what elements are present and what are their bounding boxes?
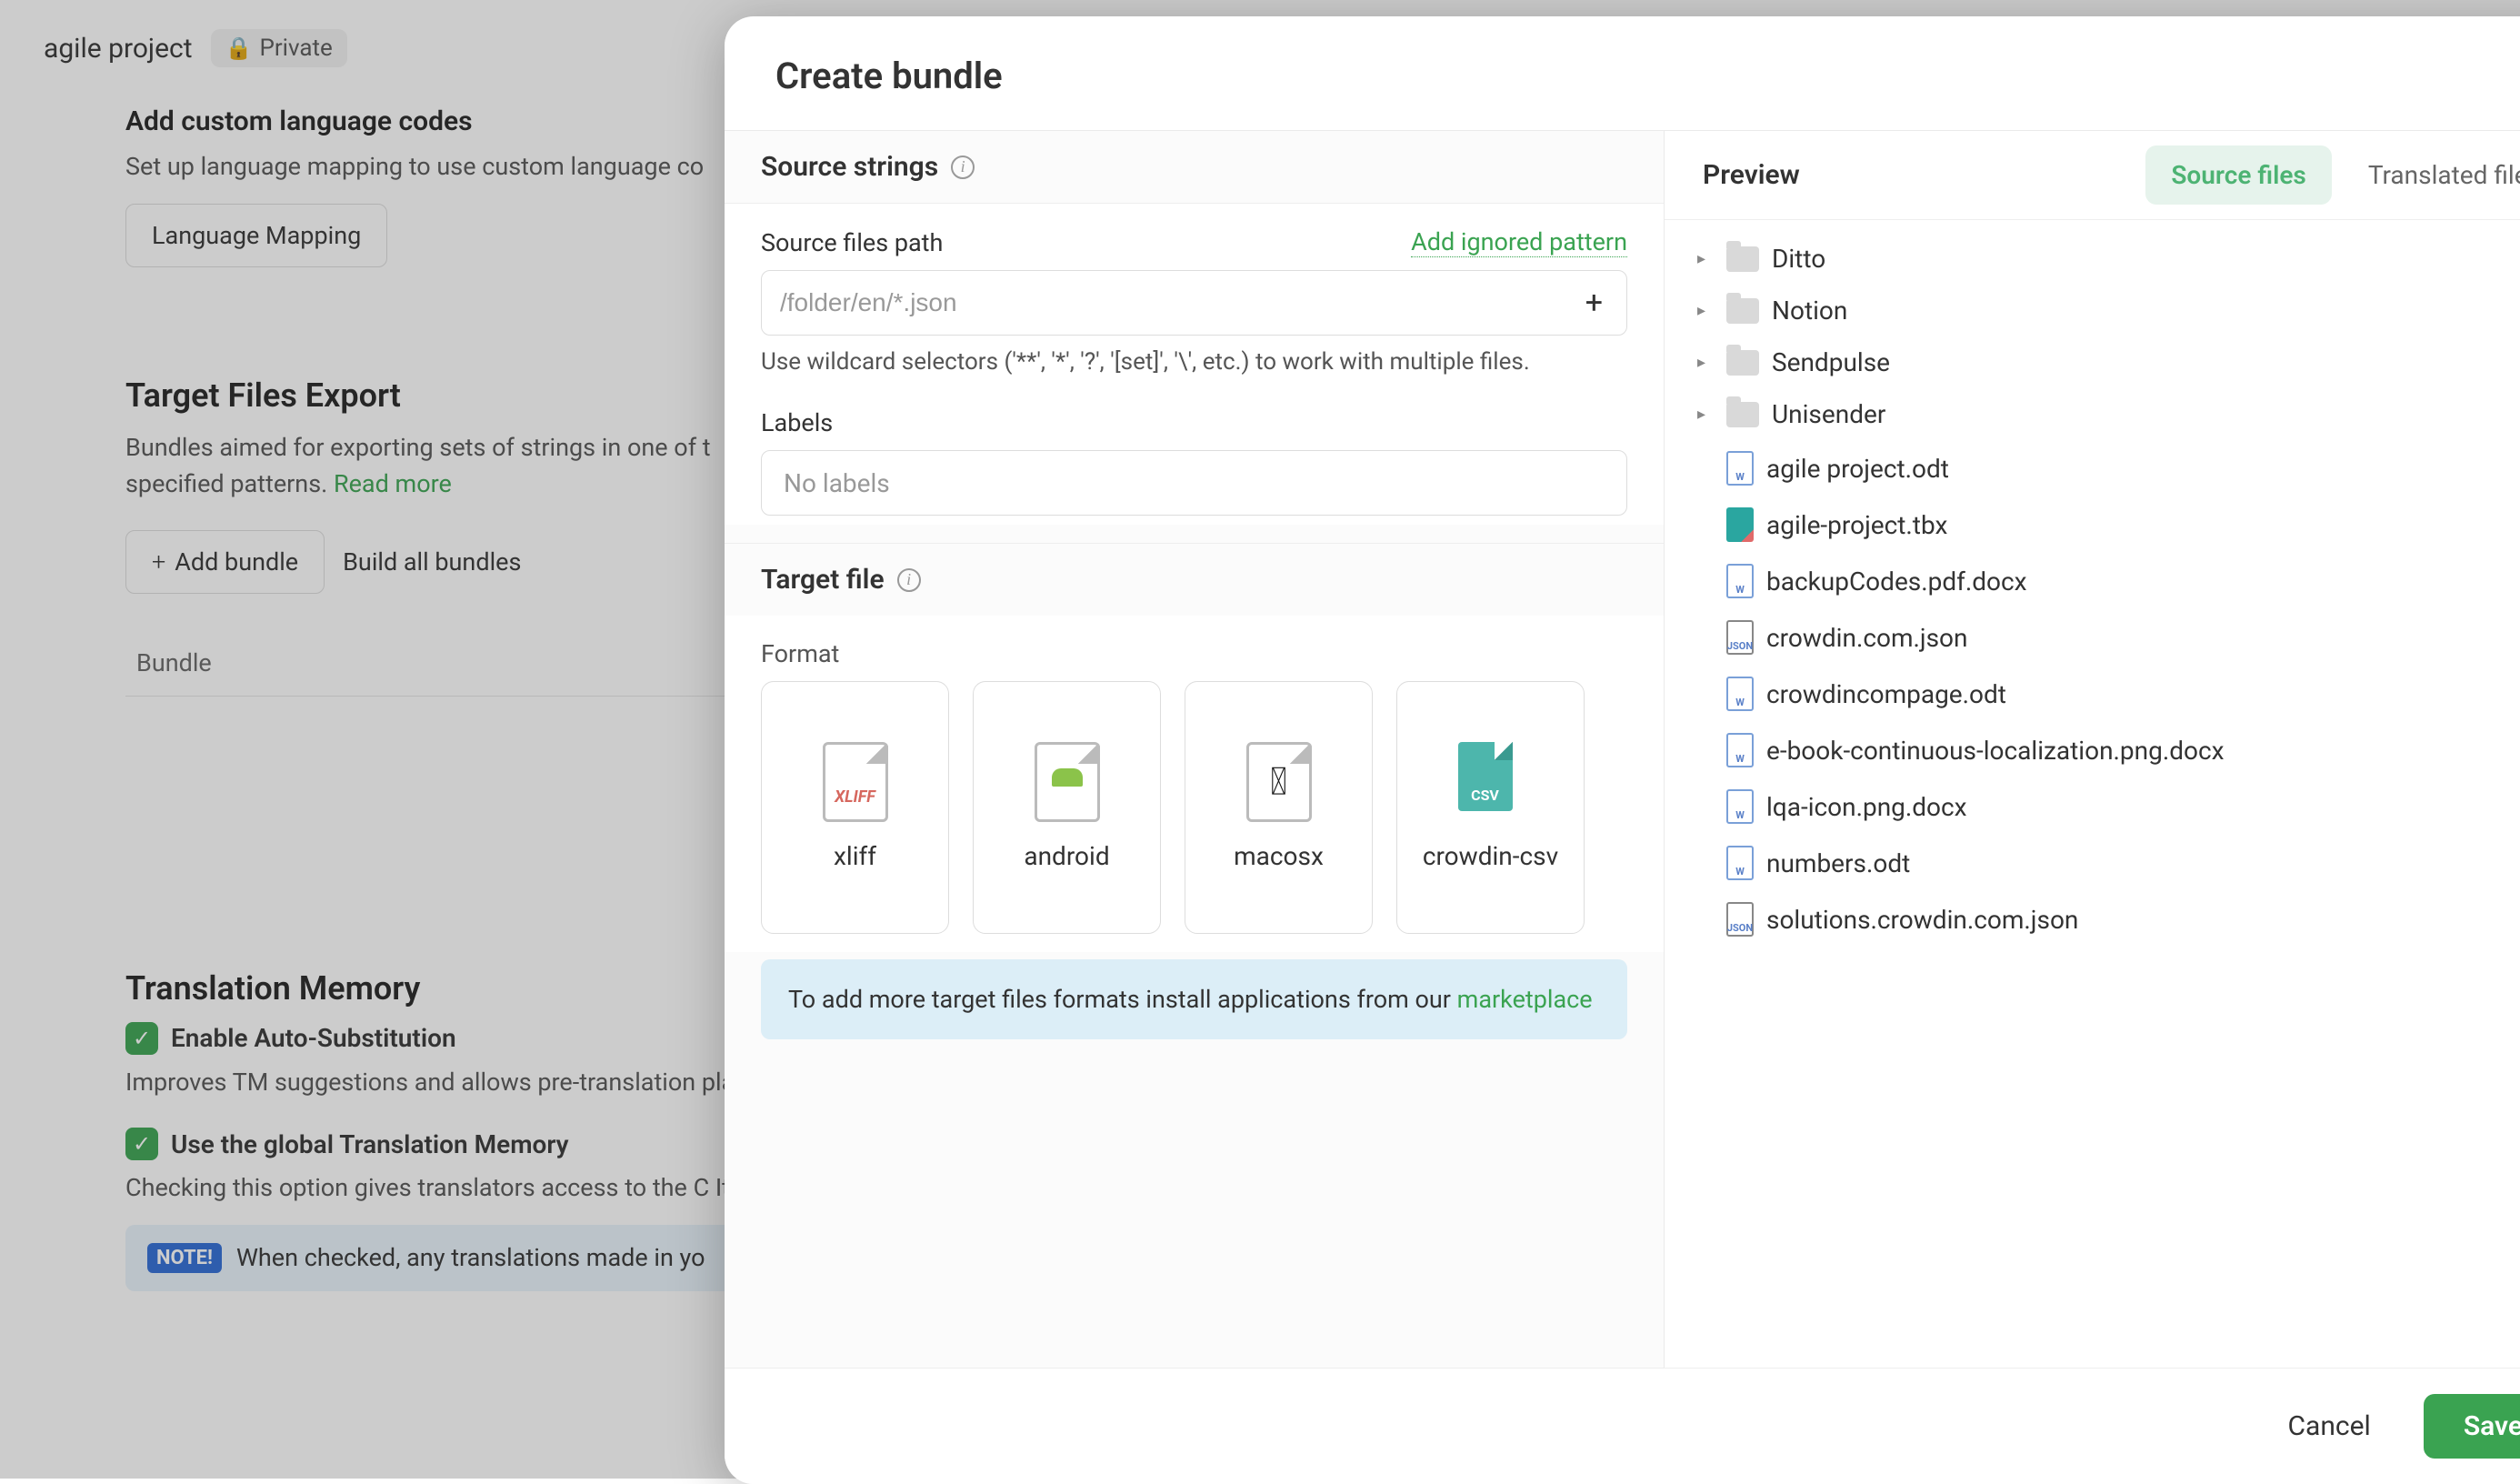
xliff-icon: XLIFF [823,742,888,822]
format-card-xliff[interactable]: XLIFF xliff [761,681,949,934]
cancel-button[interactable]: Cancel [2260,1394,2397,1459]
save-button[interactable]: Save [2424,1394,2520,1459]
preview-title: Preview [1703,159,2129,191]
labels-label: Labels [761,408,1627,437]
file-name: agile project.odt [1766,454,1949,484]
labels-input[interactable]: No labels [761,450,1627,516]
file-name: backupCodes.pdf.docx [1766,567,2027,597]
source-path-input-wrap: + [761,270,1627,336]
folder-icon [1726,350,1759,376]
file-name: crowdincompage.odt [1766,679,2006,709]
tab-source-files[interactable]: Source files [2145,145,2331,205]
folder-name: Notion [1772,296,1847,326]
source-path-input[interactable] [780,288,1580,317]
format-card-label: android [1015,840,1118,873]
word-file-icon: W [1726,564,1754,598]
wildcard-hint: Use wildcard selectors ('**', '*', '?', … [761,348,1627,376]
file-name: crowdin.com.json [1766,623,1967,653]
marketplace-banner: To add more target files formats install… [761,959,1627,1039]
word-file-icon: W [1726,733,1754,767]
file-name: numbers.odt [1766,848,1910,878]
source-strings-header: Source strings [761,151,938,183]
format-card-crowdin-csv[interactable]: CSV crowdin-csv [1396,681,1585,934]
word-file-icon: W [1726,451,1754,486]
file-name: lqa-icon.png.docx [1766,792,1967,822]
format-card-macosx[interactable]:  macosx [1185,681,1373,934]
file-row[interactable]: ▸Wlqa-icon.png.docx [1692,778,2520,835]
marketplace-link[interactable]: marketplace [1457,985,1593,1014]
chevron-right-icon: ▸ [1697,353,1714,372]
format-card-android[interactable]: android [973,681,1161,934]
file-name: solutions.crowdin.com.json [1766,905,2078,935]
file-row[interactable]: ▸Wcrowdincompage.odt [1692,666,2520,722]
folder-row[interactable]: ▸ Unisender [1692,388,2520,440]
folder-row[interactable]: ▸ Ditto [1692,233,2520,285]
banner-text: To add more target files formats install… [788,985,1457,1014]
create-bundle-modal: Create bundle ✕ Source strings i Source … [725,16,2520,1484]
word-file-icon: W [1726,677,1754,711]
file-row[interactable]: ▸Wnumbers.odt [1692,835,2520,891]
chevron-right-icon: ▸ [1697,405,1714,424]
folder-row[interactable]: ▸ Notion [1692,285,2520,336]
file-row[interactable]: ▸Wagile project.odt [1692,440,2520,496]
chevron-right-icon: ▸ [1697,249,1714,268]
file-row[interactable]: ▸WbackupCodes.pdf.docx [1692,553,2520,609]
format-card-label: xliff [825,840,885,873]
json-file-icon: JSON [1726,620,1754,655]
crowdin-csv-icon: CSV [1458,742,1524,822]
file-row[interactable]: ▸JSONcrowdin.com.json [1692,609,2520,666]
folder-name: Sendpulse [1772,347,1890,377]
info-icon[interactable]: i [951,155,975,179]
folder-name: Unisender [1772,399,1885,429]
info-icon[interactable]: i [897,568,921,592]
modal-title: Create bundle [775,55,2517,97]
file-row[interactable]: ▸We-book-continuous-localization.png.doc… [1692,722,2520,778]
tbx-file-icon [1726,507,1754,542]
word-file-icon: W [1726,789,1754,824]
file-name: agile-project.tbx [1766,510,1947,540]
target-file-header: Target file [761,564,885,596]
word-file-icon: W [1726,846,1754,880]
format-card-label: macosx [1225,840,1333,873]
folder-icon [1726,402,1759,427]
file-name: e-book-continuous-localization.png.docx [1766,736,2225,766]
format-label: Format [761,639,1627,668]
file-row[interactable]: ▸agile-project.tbx [1692,496,2520,553]
format-card-label: crowdin-csv [1414,840,1567,873]
tab-translated-files[interactable]: Translated files [2343,145,2520,205]
json-file-icon: JSON [1726,902,1754,937]
folder-name: Ditto [1772,244,1825,274]
folder-icon [1726,298,1759,324]
source-path-label: Source files path [761,228,1411,257]
add-ignored-pattern-link[interactable]: Add ignored pattern [1411,227,1627,257]
macosx-icon:  [1246,742,1312,822]
file-row[interactable]: ▸JSONsolutions.crowdin.com.json [1692,891,2520,948]
labels-placeholder: No labels [784,468,890,498]
android-icon [1035,742,1100,822]
add-path-button[interactable]: + [1580,287,1608,318]
chevron-right-icon: ▸ [1697,301,1714,320]
folder-icon [1726,246,1759,272]
folder-row[interactable]: ▸ Sendpulse [1692,336,2520,388]
